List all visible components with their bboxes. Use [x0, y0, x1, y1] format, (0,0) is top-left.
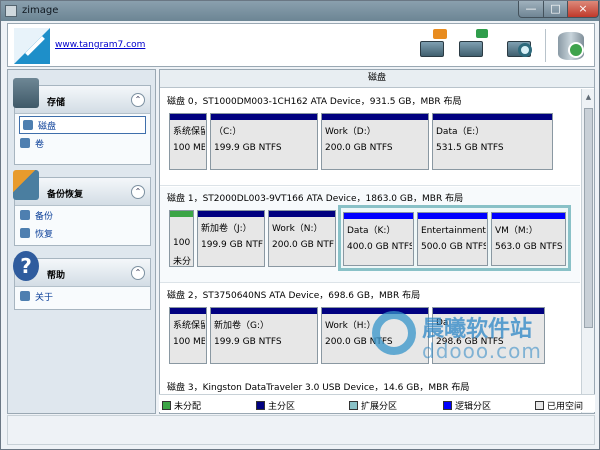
- legend-item: 主分区: [256, 399, 295, 412]
- sidebar-group-header[interactable]: 备份恢复 ⌃: [13, 170, 150, 206]
- partition-d[interactable]: Work（D:） 200.0 GB NTFS: [321, 113, 429, 170]
- tangram-logo-icon: [14, 28, 50, 64]
- disk-title: 磁盘 1，ST2000DL003-9VT166 ATA Device，1863.…: [167, 194, 464, 204]
- disk-1[interactable]: 磁盘 1，ST2000DL003-9VT166 ATA Device，1863.…: [160, 187, 580, 283]
- partition-system-reserved[interactable]: 系统保留 100 MB: [169, 113, 207, 170]
- legend-item: 未分配: [162, 399, 201, 412]
- sidebar-item-label: 磁盘: [38, 121, 57, 132]
- sidebar-group-storage: 存储 ⌃ 磁盘 卷: [13, 78, 151, 165]
- sidebar-group-title: 帮助: [47, 271, 66, 281]
- sidebar-item-label: 恢复: [35, 229, 54, 240]
- restore-icon: [20, 228, 30, 238]
- disk-3[interactable]: 磁盘 3，Kingston DataTraveler 3.0 USB Devic…: [160, 376, 580, 394]
- website-link[interactable]: www.tangram7.com: [55, 40, 145, 50]
- hard-drive-icon: [420, 41, 444, 57]
- close-button[interactable]: ×: [567, 1, 599, 18]
- help-icon: ?: [13, 251, 39, 281]
- sidebar-item-volume[interactable]: 卷: [15, 134, 150, 152]
- partition-m[interactable]: VM（M:） 563.0 GB NTFS: [491, 212, 566, 266]
- partition-c[interactable]: （C:） 199.9 GB NTFS: [210, 113, 318, 170]
- green-arrow-icon: [476, 29, 488, 38]
- title-bar[interactable]: zimage — □ ×: [1, 1, 599, 21]
- hard-drive-icon: [459, 41, 483, 57]
- scroll-thumb[interactable]: [584, 108, 593, 328]
- sidebar-group-backup: 备份恢复 ⌃ 备份 恢复: [13, 170, 151, 246]
- partition-j[interactable]: 新加卷（J:） 199.9 GB NTFS: [197, 210, 265, 267]
- window-title: zimage: [22, 5, 59, 16]
- legend-item: 扩展分区: [349, 399, 397, 412]
- minimize-button[interactable]: —: [518, 1, 544, 18]
- sidebar-group-title: 存储: [47, 98, 66, 108]
- scroll-up-icon[interactable]: ▲: [584, 93, 593, 102]
- partition-unallocated[interactable]: 100 未分: [169, 210, 194, 267]
- restore-disk-tool-button[interactable]: [456, 27, 490, 63]
- sidebar-group-header[interactable]: 存储 ⌃: [13, 78, 150, 114]
- info-icon: [20, 291, 30, 301]
- partition-g[interactable]: 新加卷（G:） 199.9 GB NTFS: [210, 307, 318, 364]
- sidebar-item-disk[interactable]: 磁盘: [19, 116, 146, 134]
- toolbar: www.tangram7.com: [7, 23, 595, 67]
- legend-item: 已用空间: [535, 399, 583, 412]
- disk-0[interactable]: 磁盘 0，ST1000DM003-1CH162 ATA Device，931.5…: [160, 90, 580, 186]
- magnifier-icon: [518, 43, 532, 57]
- backup-disk-tool-button[interactable]: [417, 27, 451, 63]
- collapse-icon[interactable]: ⌃: [131, 266, 145, 280]
- backup-restore-icon: [13, 170, 39, 200]
- partition-n[interactable]: Work（N:） 200.0 GB NTFS: [268, 210, 336, 267]
- maximize-button[interactable]: □: [543, 1, 568, 18]
- backup-icon: [20, 210, 30, 220]
- app-window: zimage — □ × www.tangram7.com 存储 ⌃ 磁盘 卷 …: [0, 0, 600, 450]
- partition-e[interactable]: Data（E:） 531.5 GB NTFS: [432, 113, 553, 170]
- volume-icon: [20, 138, 30, 148]
- status-bar: [7, 415, 595, 445]
- sidebar-item-label: 卷: [35, 139, 45, 150]
- collapse-icon[interactable]: ⌃: [131, 185, 145, 199]
- partition-k[interactable]: Data（K:） 400.0 GB NTFS: [343, 212, 414, 266]
- orange-arrow-icon: [433, 29, 447, 39]
- disk-title: 磁盘 2，ST3750640NS ATA Device，698.6 GB，MBR…: [167, 291, 421, 301]
- toolbar-divider: [545, 29, 546, 62]
- sidebar-item-restore[interactable]: 恢复: [15, 224, 150, 242]
- legend-item: 逻辑分区: [443, 399, 491, 412]
- partition-h[interactable]: Work（H:） 200.0 GB NTFS: [321, 307, 429, 364]
- disk-panel: 磁盘 磁盘 0，ST1000DM003-1CH162 ATA Device，93…: [159, 69, 595, 414]
- app-icon: [5, 5, 17, 17]
- sidebar: 存储 ⌃ 磁盘 卷 备份恢复 ⌃ 备份 恢复 ? 帮助 ⌃ 关于: [7, 69, 156, 414]
- sidebar-group-title: 备份恢复: [47, 190, 84, 200]
- sidebar-group-help: ? 帮助 ⌃ 关于: [13, 251, 151, 310]
- vertical-scrollbar[interactable]: ▲ ▼: [581, 89, 594, 413]
- disk-2[interactable]: 磁盘 2，ST3750640NS ATA Device，698.6 GB，MBR…: [160, 284, 580, 380]
- sidebar-item-backup[interactable]: 备份: [15, 206, 150, 224]
- partition-legend: 未分配 主分区 扩展分区 逻辑分区 已用空间: [159, 394, 595, 412]
- refresh-icon: [568, 42, 584, 58]
- collapse-icon[interactable]: ⌃: [131, 93, 145, 107]
- browse-image-tool-button[interactable]: [504, 27, 538, 63]
- sidebar-item-about[interactable]: 关于: [15, 287, 150, 305]
- sidebar-item-label: 备份: [35, 211, 54, 222]
- disk-title: 磁盘 0，ST1000DM003-1CH162 ATA Device，931.5…: [167, 97, 462, 107]
- sidebar-item-label: 关于: [35, 292, 54, 303]
- sidebar-group-header[interactable]: ? 帮助 ⌃: [13, 251, 150, 287]
- extended-partition[interactable]: Data（K:）400.0 GB NTFS Entertainment（500.…: [338, 205, 571, 271]
- refresh-disks-tool-button[interactable]: [553, 27, 587, 63]
- storage-icon: [13, 78, 39, 108]
- partition-entertainment[interactable]: Entertainment（500.0 GB NTFS: [417, 212, 488, 266]
- partition-system-reserved[interactable]: 系统保留 100 MB: [169, 307, 207, 364]
- panel-title: 磁盘: [160, 70, 594, 88]
- partition-data[interactable]: Da 298.6 GB NTFS: [432, 307, 545, 364]
- disk-icon: [23, 120, 33, 130]
- disk-title: 磁盘 3，Kingston DataTraveler 3.0 USB Devic…: [167, 383, 470, 393]
